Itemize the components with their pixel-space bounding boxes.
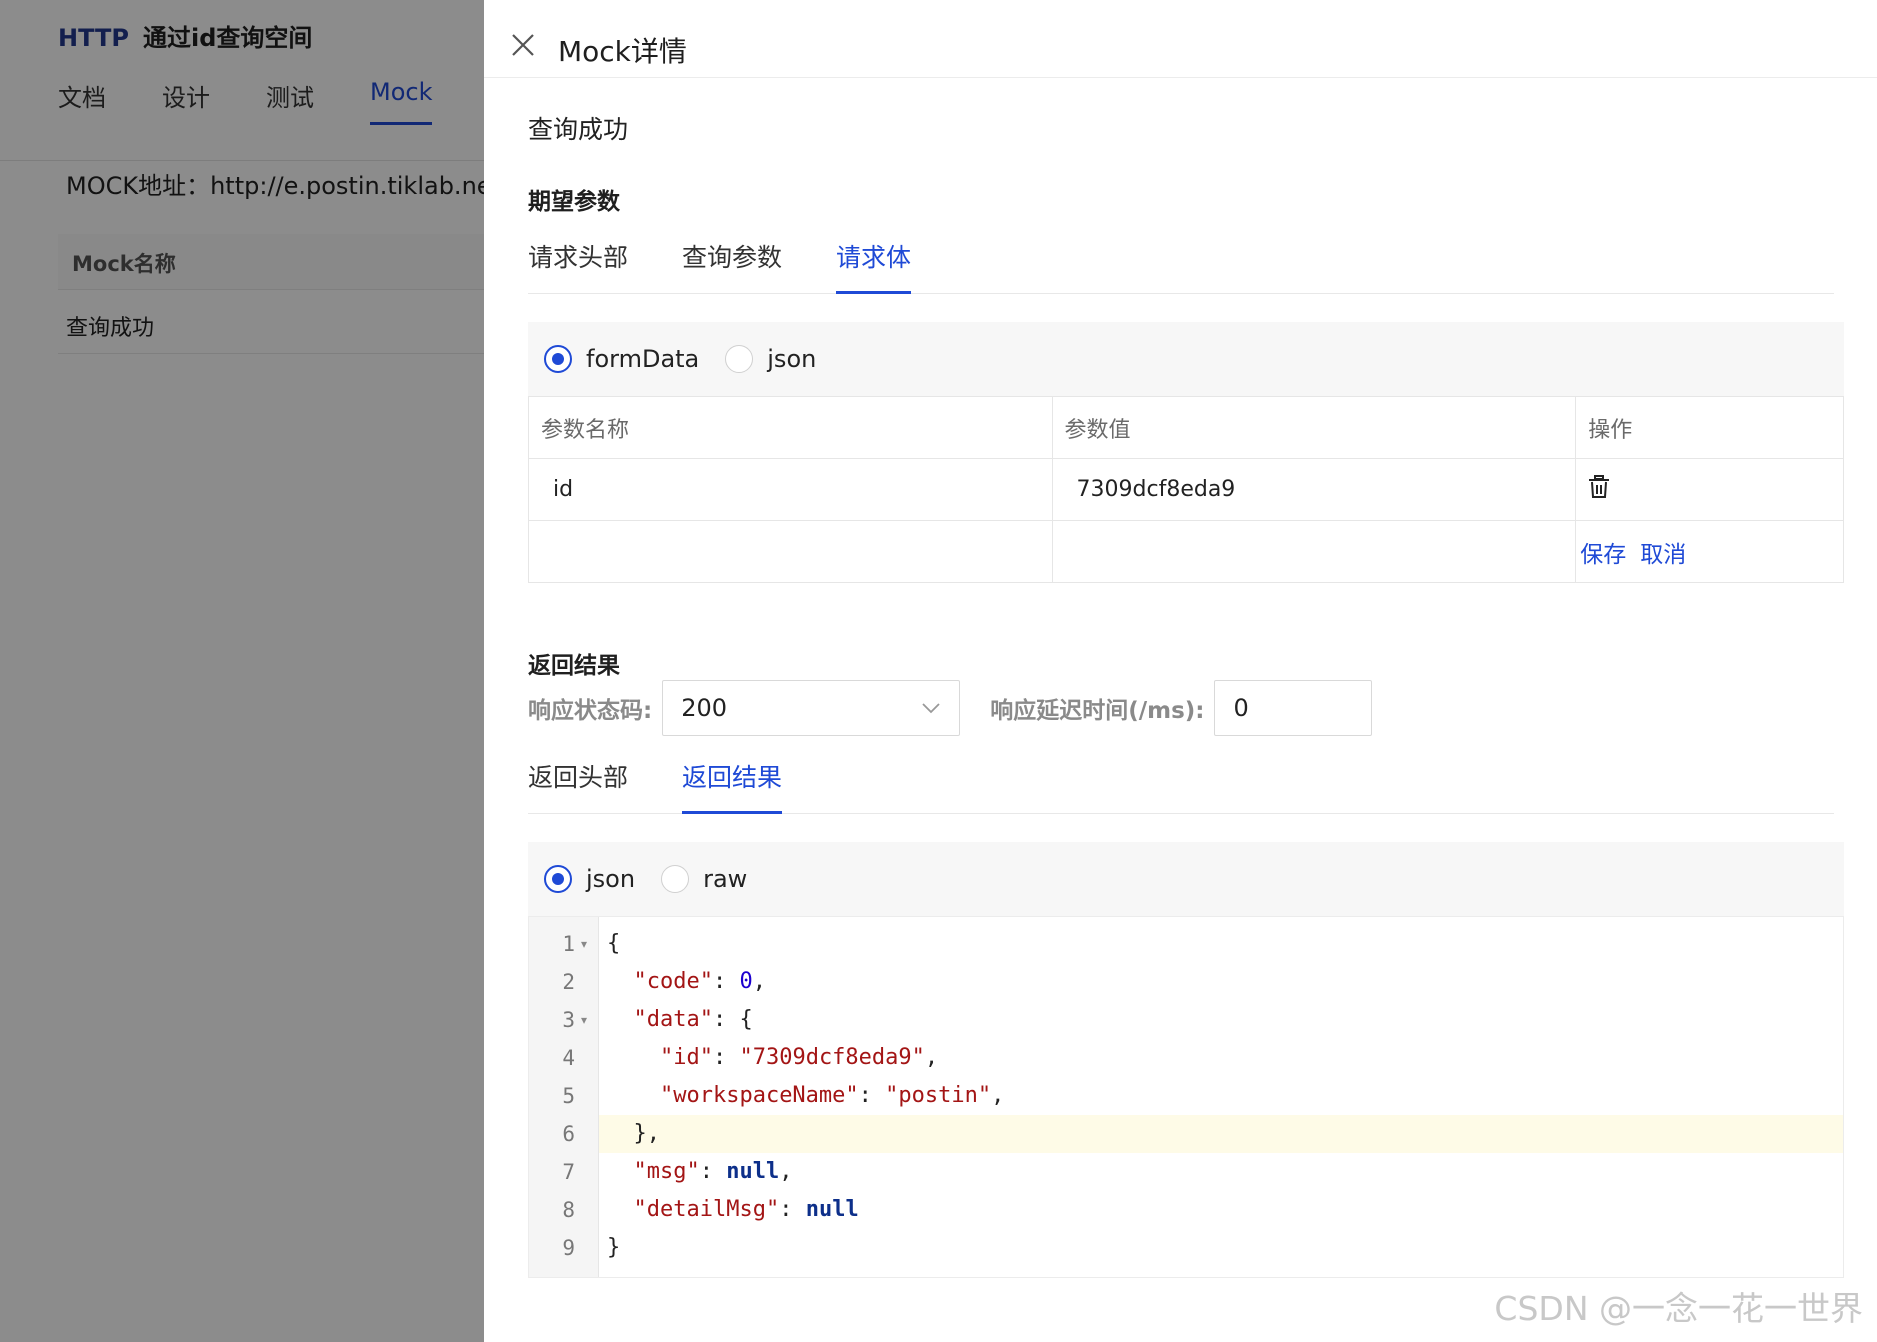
tab-query-params[interactable]: 查询参数	[682, 224, 782, 294]
drawer-title: Mock详情	[558, 35, 687, 68]
code-text: {	[607, 931, 621, 956]
tab-response-headers[interactable]: 返回头部	[528, 744, 628, 814]
radio-formdata[interactable]: formData	[544, 345, 699, 373]
radio-raw-label: raw	[703, 865, 748, 893]
cancel-button[interactable]: 取消	[1640, 542, 1686, 568]
response-fields: 响应状态码: 200 响应延迟时间(/ms):	[528, 680, 1373, 736]
code-line: 6 },	[529, 1115, 1843, 1153]
save-button[interactable]: 保存	[1580, 542, 1626, 568]
trash-icon[interactable]	[1588, 474, 1610, 499]
response-tabs: 返回头部 返回结果	[528, 744, 1834, 814]
line-number: 7	[562, 1160, 575, 1184]
param-value-cell[interactable]: 7309dcf8eda9	[1051, 458, 1577, 521]
table-header-row: 参数名称 参数值 操作	[528, 396, 1844, 459]
param-name-cell[interactable]: id	[528, 458, 1053, 521]
radio-checked-icon	[544, 345, 572, 373]
line-number: 4	[562, 1046, 575, 1070]
line-number: 2	[562, 970, 575, 994]
radio-checked-icon	[544, 865, 572, 893]
new-param-value-cell[interactable]	[1051, 520, 1577, 583]
mock-name: 查询成功	[528, 115, 629, 144]
radio-json[interactable]: json	[725, 345, 816, 373]
header-param-value: 参数值	[1051, 396, 1577, 459]
code-text: "id": "7309dcf8eda9",	[659, 1045, 939, 1070]
table-row: id 7309dcf8eda9	[528, 458, 1844, 521]
param-actions-cell	[1575, 458, 1844, 521]
tab-response-result[interactable]: 返回结果	[682, 744, 783, 814]
code-text: "workspaceName": "postin",	[659, 1083, 1005, 1108]
fold-arrow-icon[interactable]: ▾	[581, 1011, 587, 1029]
fold-arrow-icon[interactable]: ▾	[581, 935, 587, 953]
params-table: 参数名称 参数值 操作 id 7309dcf8eda9 保存 取消	[528, 396, 1844, 583]
code-line: 8 "detailMsg": null	[529, 1191, 1843, 1229]
code-text: "msg": null,	[633, 1159, 793, 1184]
tab-request-body[interactable]: 请求体	[836, 224, 912, 294]
table-row-new: 保存 取消	[528, 520, 1844, 583]
code-text: "detailMsg": null	[633, 1197, 859, 1222]
delay-label: 响应延迟时间(/ms):	[990, 698, 1205, 724]
close-icon[interactable]	[510, 32, 536, 58]
mock-detail-drawer: Mock详情 查询成功 期望参数 请求头部 查询参数 请求体 formData …	[484, 0, 1877, 1342]
response-title: 返回结果	[528, 653, 620, 679]
code-text: "data": {	[633, 1007, 753, 1032]
code-text: }	[607, 1235, 621, 1260]
header-actions: 操作	[1575, 396, 1844, 459]
code-text: },	[599, 1115, 1843, 1153]
code-line: 7 "msg": null,	[529, 1153, 1843, 1191]
code-editor[interactable]: 1 ▾ {2 "code": 0, 3 ▾ "data": { 4 "id": "7309…	[528, 916, 1844, 1278]
line-number: 6	[562, 1122, 575, 1146]
code-line: 1 ▾ {	[529, 925, 1843, 963]
new-param-name-cell[interactable]	[528, 520, 1053, 583]
code-line: 5 "workspaceName": "postin",	[529, 1077, 1843, 1115]
new-param-actions-cell: 保存 取消	[1575, 520, 1844, 583]
radio-json-label: json	[767, 345, 817, 373]
request-tabs: 请求头部 查询参数 请求体	[528, 224, 1834, 294]
code-line: 4 "id": "7309dcf8eda9",	[529, 1039, 1843, 1077]
chevron-down-icon	[922, 703, 940, 714]
code-line: 2 "code": 0,	[529, 963, 1843, 1001]
radio-response-json-label: json	[586, 865, 636, 893]
radio-response-json[interactable]: json	[544, 865, 635, 893]
line-number: 5	[562, 1084, 575, 1108]
watermark: CSDN @一念一花一世界	[1494, 1289, 1863, 1328]
tab-request-headers[interactable]: 请求头部	[528, 224, 628, 294]
code-text: "code": 0,	[633, 969, 766, 994]
line-number: 1	[562, 932, 575, 956]
header-param-name: 参数名称	[528, 396, 1053, 459]
status-code-select[interactable]: 200	[662, 680, 961, 736]
code-line: 9}	[529, 1229, 1843, 1267]
line-number: 9	[562, 1236, 575, 1260]
line-number: 8	[562, 1198, 575, 1222]
line-number: 3	[562, 1008, 575, 1032]
status-code-label: 响应状态码:	[528, 698, 653, 724]
code-line: 3 ▾ "data": {	[529, 1001, 1843, 1039]
status-code-value: 200	[681, 694, 728, 722]
response-type-bar: json raw	[528, 842, 1844, 916]
expect-params-title: 期望参数	[528, 189, 620, 215]
request-body-type-bar: formData json	[528, 322, 1844, 396]
radio-formdata-label: formData	[586, 345, 700, 373]
drawer-header: Mock详情	[484, 0, 1877, 78]
radio-unchecked-icon	[661, 865, 690, 893]
radio-unchecked-icon	[725, 345, 754, 373]
radio-raw[interactable]: raw	[661, 865, 747, 893]
delay-input[interactable]	[1214, 680, 1373, 736]
